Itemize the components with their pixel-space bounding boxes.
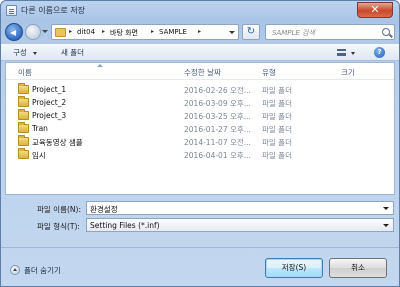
file-name: Project_2 (32, 98, 67, 107)
breadcrumb-sample[interactable]: SAMPLE (159, 28, 187, 36)
column-header-date[interactable]: 수정한 날짜 (184, 67, 221, 78)
file-type: 파일 폴더 (262, 86, 292, 95)
search-box[interactable]: SAMPLE 검색 (265, 24, 395, 40)
filetype-label: 파일 형식(T): (37, 222, 80, 231)
search-icon[interactable] (382, 28, 390, 36)
forward-button[interactable] (25, 24, 41, 40)
sort-arrow-icon (97, 64, 103, 67)
file-type: 파일 폴더 (262, 112, 292, 121)
chevron-down-icon (33, 52, 37, 55)
organize-menu[interactable]: 구성 (13, 47, 27, 58)
file-name: Tran (32, 124, 48, 133)
file-type: 파일 폴더 (262, 99, 292, 108)
file-type: 파일 폴더 (262, 138, 292, 147)
file-date: 2016-02-26 오전... (184, 86, 251, 95)
breadcrumb-desktop[interactable]: 바탕 화면 (110, 28, 138, 38)
hide-folders-label[interactable]: 폴더 숨기기 (24, 265, 61, 276)
view-options-icon[interactable] (337, 49, 346, 56)
filename-field[interactable]: 환경설정 (86, 201, 394, 215)
list-item[interactable]: Project_1 2016-02-26 오전... 파일 폴더 (6, 83, 394, 96)
file-type: 파일 폴더 (262, 151, 292, 160)
breadcrumb-separator[interactable]: ▸ (198, 28, 201, 35)
command-toolbar: 구성 새 폴더 ? (1, 43, 399, 61)
list-item[interactable]: 교육동영상 샘플 2014-11-07 오전... 파일 폴더 (6, 135, 394, 148)
folder-icon (18, 96, 29, 107)
file-type: 파일 폴더 (262, 125, 292, 134)
help-icon[interactable]: ? (374, 47, 385, 58)
breadcrumb-dit04[interactable]: dit04 (77, 28, 95, 36)
breadcrumb-separator[interactable]: ▸ (102, 28, 105, 35)
file-date: 2016-04-01 오후... (184, 151, 251, 160)
chevron-down-icon[interactable] (383, 207, 389, 210)
list-item[interactable]: Project_2 2016-03-09 오후... 파일 폴더 (6, 96, 394, 109)
save-as-dialog: 다른 이름으로 저장 ✕ ▸ dit04 ▸ 바탕 화면 ▸ SAMPLE ▸ … (0, 0, 400, 287)
folder-icon (18, 83, 29, 94)
chevron-down-icon[interactable] (383, 224, 389, 227)
breadcrumb-separator[interactable]: ▸ (151, 28, 154, 35)
refresh-button[interactable]: ↻ (242, 24, 260, 40)
new-folder-button[interactable]: 새 폴더 (61, 47, 84, 58)
file-name: Project_3 (32, 111, 67, 120)
filetype-select[interactable]: Setting Files (*.inf) (86, 218, 394, 232)
filetype-value[interactable]: Setting Files (*.inf) (90, 221, 160, 230)
folder-icon (55, 28, 66, 37)
column-header-name[interactable]: 이름 (18, 67, 32, 78)
chevron-up-icon[interactable] (10, 265, 20, 275)
header-divider (6, 79, 394, 80)
file-date: 2014-11-07 오전... (184, 138, 251, 147)
address-dropdown-icon[interactable] (229, 31, 235, 34)
folder-icon (18, 135, 29, 146)
file-date: 2016-03-25 오후... (184, 112, 251, 121)
hide-folders-toggle[interactable]: 폴더 숨기기 (10, 264, 80, 276)
column-header-type[interactable]: 유형 (262, 67, 276, 78)
window-title: 다른 이름으로 저장 (21, 6, 85, 15)
search-placeholder[interactable]: SAMPLE 검색 (272, 28, 315, 38)
close-button[interactable]: ✕ (357, 2, 393, 18)
filename-value[interactable]: 환경설정 (90, 204, 118, 215)
list-item[interactable]: Project_3 2016-03-25 오후... 파일 폴더 (6, 109, 394, 122)
list-item[interactable]: 임시 2016-04-01 오후... 파일 폴더 (6, 148, 394, 161)
folder-icon (18, 148, 29, 159)
recent-locations-dropdown[interactable] (42, 30, 48, 33)
file-name: 임시 (32, 151, 46, 160)
list-item[interactable]: Tran 2016-01-27 오후... 파일 폴더 (6, 122, 394, 135)
footer-divider (1, 247, 399, 248)
folder-icon (18, 122, 29, 133)
file-name: 교육동영상 샘플 (32, 138, 83, 147)
title-bar: 다른 이름으로 저장 ✕ (1, 1, 399, 21)
address-bar[interactable]: ▸ dit04 ▸ 바탕 화면 ▸ SAMPLE ▸ (51, 24, 239, 40)
back-button[interactable] (5, 23, 23, 41)
save-button[interactable]: 저장(S) (265, 258, 323, 278)
column-header-size[interactable]: 크기 (341, 67, 355, 78)
cancel-button[interactable]: 취소 (329, 258, 387, 278)
filename-label: 파일 이름(N): (37, 205, 81, 214)
folder-icon (18, 109, 29, 120)
dialog-icon (6, 5, 17, 16)
file-name: Project_1 (32, 85, 67, 94)
chevron-down-icon[interactable] (351, 52, 355, 55)
file-date: 2016-03-09 오후... (184, 99, 251, 108)
navigation-bar: ▸ dit04 ▸ 바탕 화면 ▸ SAMPLE ▸ ↻ SAMPLE 검색 (1, 21, 399, 43)
breadcrumb-separator[interactable]: ▸ (69, 28, 72, 35)
file-date: 2016-01-27 오후... (184, 125, 251, 134)
file-list[interactable]: 이름 수정한 날짜 유형 크기 Project_1 2016-02-26 오전.… (5, 62, 395, 195)
